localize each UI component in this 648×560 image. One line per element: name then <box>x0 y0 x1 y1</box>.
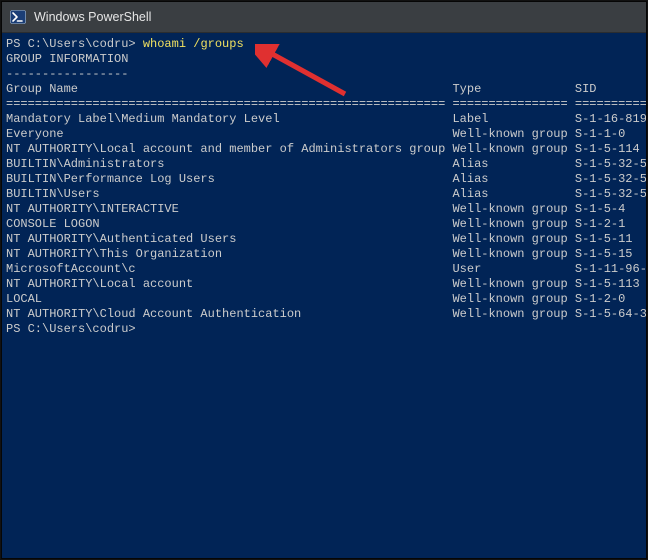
table-row: BUILTIN\Users Alias S-1-5-32-545 <box>6 187 646 202</box>
column-header: Group Name Type SID <box>6 82 646 97</box>
table-row: NT AUTHORITY\INTERACTIVE Well-known grou… <box>6 202 646 217</box>
powershell-icon <box>10 9 26 25</box>
table-row: NT AUTHORITY\Local account and member of… <box>6 142 646 157</box>
table-row: MicrosoftAccount\c User S-1-11-96-362345… <box>6 262 646 277</box>
output-line: ----------------- <box>6 67 646 82</box>
table-row: LOCAL Well-known group S-1-2-0 <box>6 292 646 307</box>
table-row: NT AUTHORITY\Cloud Account Authenticatio… <box>6 307 646 322</box>
prompt-prefix: PS C:\Users\codru> <box>6 37 136 51</box>
terminal-body[interactable]: PS C:\Users\codru> whoami /groupsGROUP I… <box>2 33 646 558</box>
divider-line: ========================================… <box>6 97 646 112</box>
powershell-window: Windows PowerShell PS C:\Users\codru> wh… <box>2 2 646 558</box>
table-row: NT AUTHORITY\Authenticated Users Well-kn… <box>6 232 646 247</box>
prompt-prefix: PS C:\Users\codru> <box>6 322 136 336</box>
table-row: Mandatory Label\Medium Mandatory Level L… <box>6 112 646 127</box>
output-line: GROUP INFORMATION <box>6 52 646 67</box>
titlebar[interactable]: Windows PowerShell <box>2 2 646 33</box>
table-row: BUILTIN\Performance Log Users Alias S-1-… <box>6 172 646 187</box>
command-text: whoami /groups <box>143 37 244 51</box>
table-row: BUILTIN\Administrators Alias S-1-5-32-54… <box>6 157 646 172</box>
table-row: CONSOLE LOGON Well-known group S-1-2-1 <box>6 217 646 232</box>
table-row: NT AUTHORITY\This Organization Well-know… <box>6 247 646 262</box>
prompt-line: PS C:\Users\codru> <box>6 322 646 337</box>
table-row: NT AUTHORITY\Local account Well-known gr… <box>6 277 646 292</box>
window-title: Windows PowerShell <box>34 10 151 24</box>
table-row: Everyone Well-known group S-1-1-0 <box>6 127 646 142</box>
prompt-line: PS C:\Users\codru> whoami /groups <box>6 37 646 52</box>
